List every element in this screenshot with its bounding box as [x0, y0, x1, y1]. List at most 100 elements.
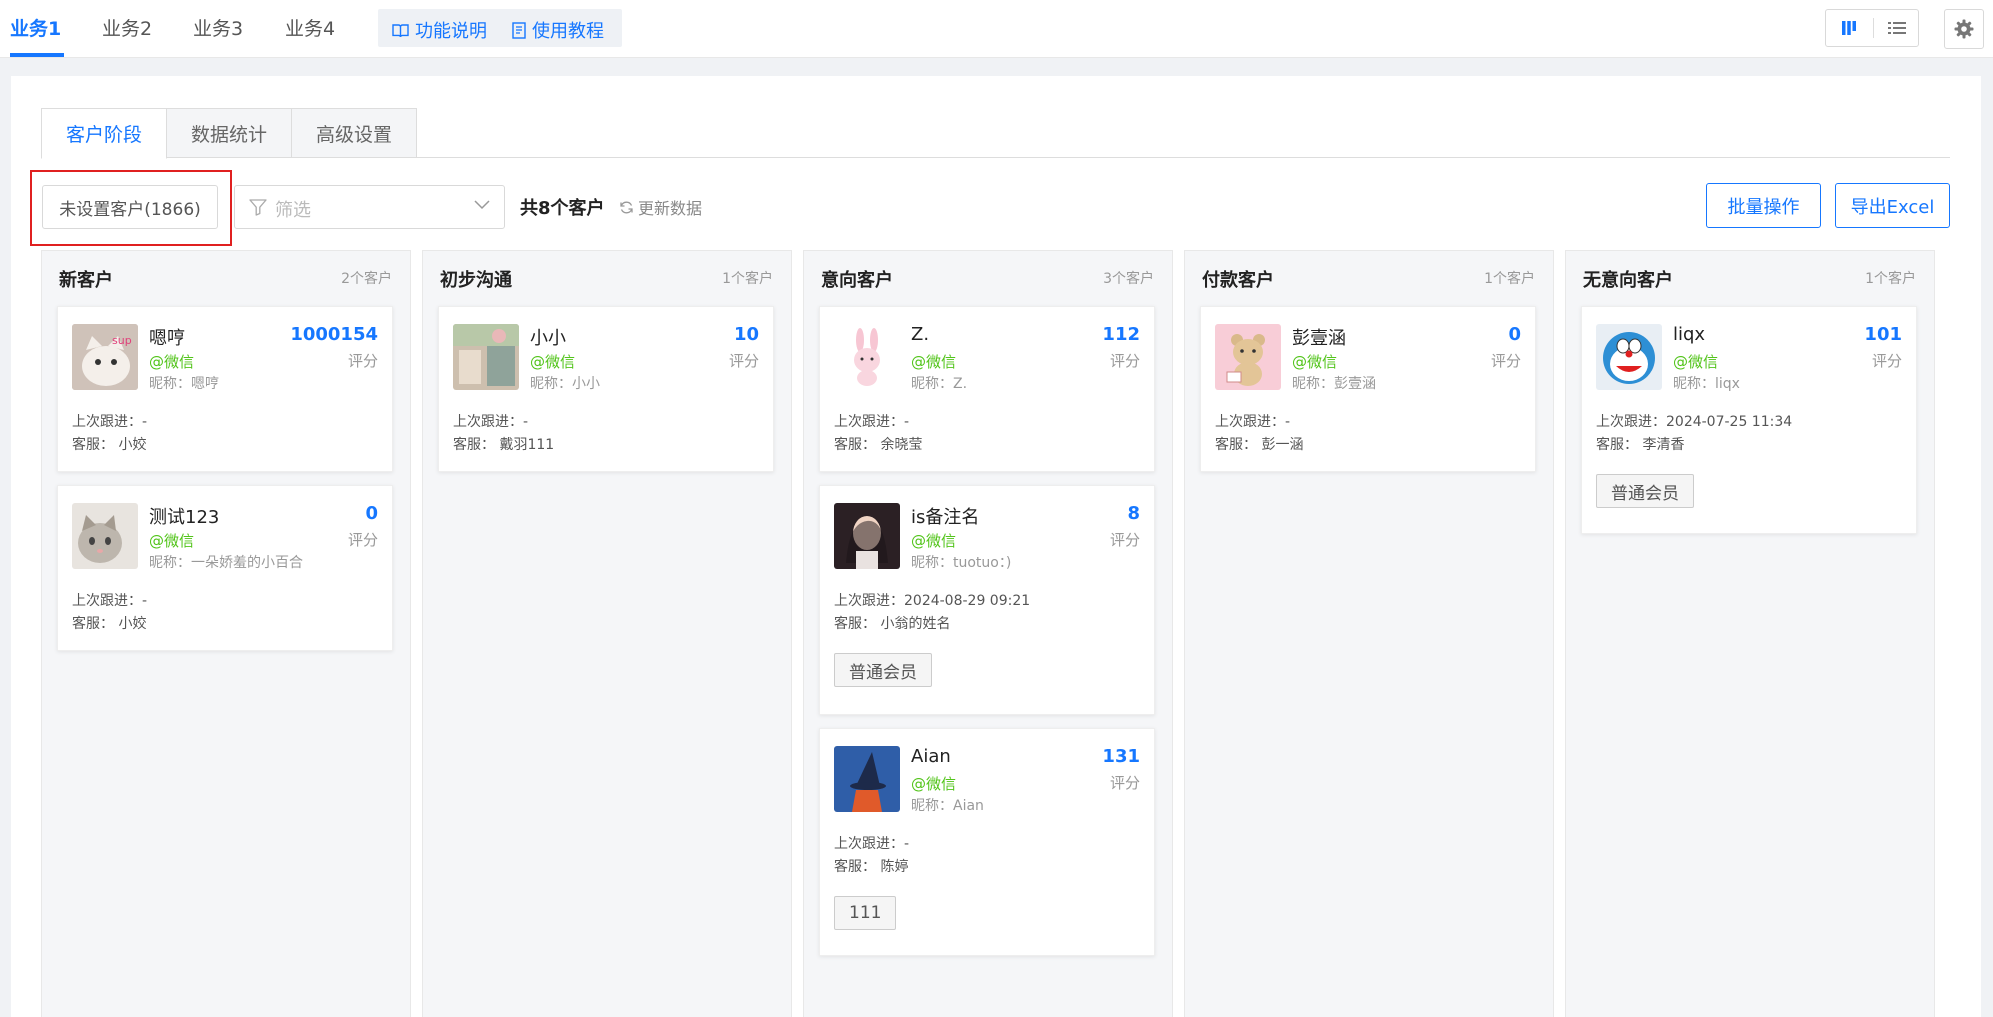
avatar	[834, 746, 900, 812]
wizard-avatar-icon	[834, 746, 900, 812]
score-label: 评分	[1871, 352, 1902, 370]
avatar	[834, 503, 900, 569]
customer-service: 客服： 戴羽111	[453, 437, 555, 453]
column-count: 1个客户	[722, 271, 773, 287]
topnav-tab-business-4[interactable]: 业务4	[285, 14, 335, 41]
stage-column-no-intent: 无意向客户 1个客户 liqx @微信 昵称：liqx 101 评分 上次跟进：…	[1565, 250, 1935, 1017]
customer-card[interactable]: sup 嗯哼 @微信 昵称：嗯哼 1000154 评分 上次跟进：- 客服： 小…	[57, 306, 393, 472]
avatar	[72, 503, 138, 569]
customer-source: @微信	[911, 532, 957, 550]
customer-source: @微信	[149, 353, 195, 371]
last-follow-up: 上次跟进：-	[72, 414, 148, 430]
column-count: 1个客户	[1865, 271, 1916, 287]
export-excel-button[interactable]: 导出Excel	[1835, 183, 1950, 228]
column-title: 新客户	[59, 270, 113, 291]
last-follow-up: 上次跟进：2024-07-25 11:34	[1596, 414, 1793, 430]
stage-column-initial-contact: 初步沟通 1个客户 小小 @微信 昵称：小小 10 评分 上次跟进：- 客服： …	[422, 250, 792, 1017]
customer-service: 客服： 陈婷	[834, 859, 909, 875]
cat-avatar-icon: sup	[72, 324, 138, 390]
stage-column-paid: 付款客户 1个客户 彭壹涵 @微信 昵称：彭壹涵 0 评分 上次跟进：- 客服：…	[1184, 250, 1554, 1017]
avatar	[834, 324, 900, 390]
column-title: 初步沟通	[440, 270, 512, 291]
customer-nickname: 昵称：tuotuo：)	[911, 555, 1012, 571]
customer-tag: 普通会员	[834, 653, 932, 687]
customer-name: 彭壹涵	[1292, 328, 1346, 349]
svg-text:sup: sup	[112, 334, 132, 347]
avatar: sup	[72, 324, 138, 390]
list-view-button[interactable]	[1874, 10, 1920, 46]
customer-nickname: 昵称：Aian	[911, 798, 984, 814]
customer-nickname: 昵称：彭壹涵	[1292, 376, 1376, 392]
list-icon	[1888, 22, 1906, 34]
customer-card[interactable]: Z. @微信 昵称：Z. 112 评分 上次跟进：- 客服： 余晓莹	[819, 306, 1155, 472]
customer-source: @微信	[1292, 353, 1338, 371]
column-title: 无意向客户	[1583, 270, 1673, 291]
filter-placeholder: 筛选	[275, 200, 311, 221]
customer-tag: 普通会员	[1596, 474, 1694, 508]
book-icon	[392, 23, 409, 37]
avatar	[453, 324, 519, 390]
customer-card[interactable]: 测试123 @微信 昵称：一朵娇羞的小百合 0 评分 上次跟进：- 客服： 小姣	[57, 485, 393, 651]
customer-nickname: 昵称：Z.	[911, 376, 968, 392]
last-follow-up: 上次跟进：-	[834, 414, 910, 430]
customer-score: 131	[1102, 746, 1140, 767]
customer-score: 112	[1102, 324, 1140, 345]
feature-guide-link[interactable]: 功能说明	[392, 17, 487, 43]
customer-card[interactable]: Aian @微信 昵称：Aian 131 评分 上次跟进：- 客服： 陈婷 11…	[819, 728, 1155, 956]
avatar	[1215, 324, 1281, 390]
gear-icon	[1954, 19, 1974, 39]
last-follow-up: 上次跟进：-	[72, 593, 148, 609]
customer-nickname: 昵称：一朵娇羞的小百合	[149, 555, 303, 571]
tab-advanced-settings[interactable]: 高级设置	[291, 108, 417, 158]
customer-source: @微信	[530, 353, 576, 371]
customer-card[interactable]: 小小 @微信 昵称：小小 10 评分 上次跟进：- 客服： 戴羽111	[438, 306, 774, 472]
batch-operation-button[interactable]: 批量操作	[1706, 183, 1821, 228]
filter-icon	[249, 199, 267, 216]
column-title: 付款客户	[1202, 270, 1274, 291]
customer-source: @微信	[911, 353, 957, 371]
chevron-down-icon	[474, 200, 490, 210]
customer-score: 1000154	[290, 324, 378, 345]
refresh-data-label: 更新数据	[638, 199, 703, 218]
bear-avatar-icon	[1215, 324, 1281, 390]
customer-score: 0	[365, 503, 378, 524]
topnav-tab-business-3[interactable]: 业务3	[193, 14, 243, 41]
tab-data-statistics[interactable]: 数据统计	[166, 108, 292, 158]
score-label: 评分	[1490, 352, 1521, 370]
tutorial-link[interactable]: 使用教程	[512, 17, 604, 43]
stage-column-new: 新客户 2个客户 sup 嗯哼 @微信 昵称：嗯哼 1000154 评分 上次跟…	[41, 250, 411, 1017]
kanban-icon	[1842, 21, 1856, 35]
customer-name: 测试123	[149, 507, 220, 528]
customer-name: liqx	[1673, 324, 1706, 345]
score-label: 评分	[347, 352, 378, 370]
customer-source: @微信	[1673, 353, 1719, 371]
kanban-view-button[interactable]	[1826, 10, 1872, 46]
customer-service: 客服： 小翁的姓名	[834, 616, 951, 632]
help-links: 功能说明 使用教程	[378, 9, 622, 47]
tab-customer-stage[interactable]: 客户阶段	[41, 108, 167, 159]
portrait-avatar-icon	[834, 503, 900, 569]
topnav-tab-business-1[interactable]: 业务1	[10, 14, 61, 41]
score-label: 评分	[1109, 352, 1140, 370]
stage-column-intent: 意向客户 3个客户 Z. @微信 昵称：Z. 112 评分 上次跟进：- 客服：…	[803, 250, 1173, 1017]
customer-nickname: 昵称：小小	[530, 376, 600, 392]
refresh-data-button[interactable]: 更新数据	[619, 195, 702, 219]
customer-name: 嗯哼	[149, 328, 185, 349]
customer-card[interactable]: is备注名 @微信 昵称：tuotuo：) 8 评分 上次跟进：2024-08-…	[819, 485, 1155, 715]
topnav-tab-business-2[interactable]: 业务2	[102, 14, 152, 41]
filter-select[interactable]: 筛选	[234, 185, 505, 229]
customer-name: 小小	[530, 328, 566, 349]
column-title: 意向客户	[821, 270, 893, 291]
customer-card[interactable]: liqx @微信 昵称：liqx 101 评分 上次跟进：2024-07-25 …	[1581, 306, 1917, 534]
customer-service: 客服： 余晓莹	[834, 437, 923, 453]
customer-card[interactable]: 彭壹涵 @微信 昵称：彭壹涵 0 评分 上次跟进：- 客服： 彭一涵	[1200, 306, 1536, 472]
customer-service: 客服： 李清香	[1596, 437, 1685, 453]
refresh-icon	[620, 201, 633, 213]
customer-service: 客服： 小姣	[72, 616, 147, 632]
customer-nickname: 昵称：liqx	[1673, 376, 1740, 392]
customer-name: Z.	[911, 324, 930, 345]
settings-button[interactable]	[1944, 9, 1984, 49]
column-count: 1个客户	[1484, 271, 1535, 287]
score-label: 评分	[1109, 774, 1140, 792]
score-label: 评分	[347, 531, 378, 549]
